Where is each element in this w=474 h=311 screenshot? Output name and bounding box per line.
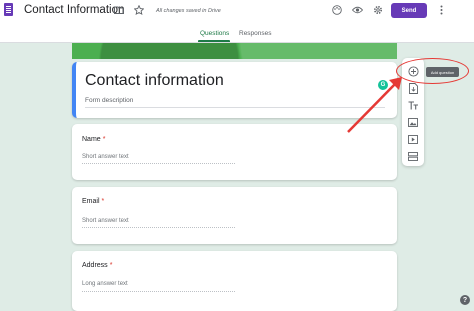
annotation-arrow [347,77,402,133]
help-icon[interactable]: ? [460,295,470,305]
